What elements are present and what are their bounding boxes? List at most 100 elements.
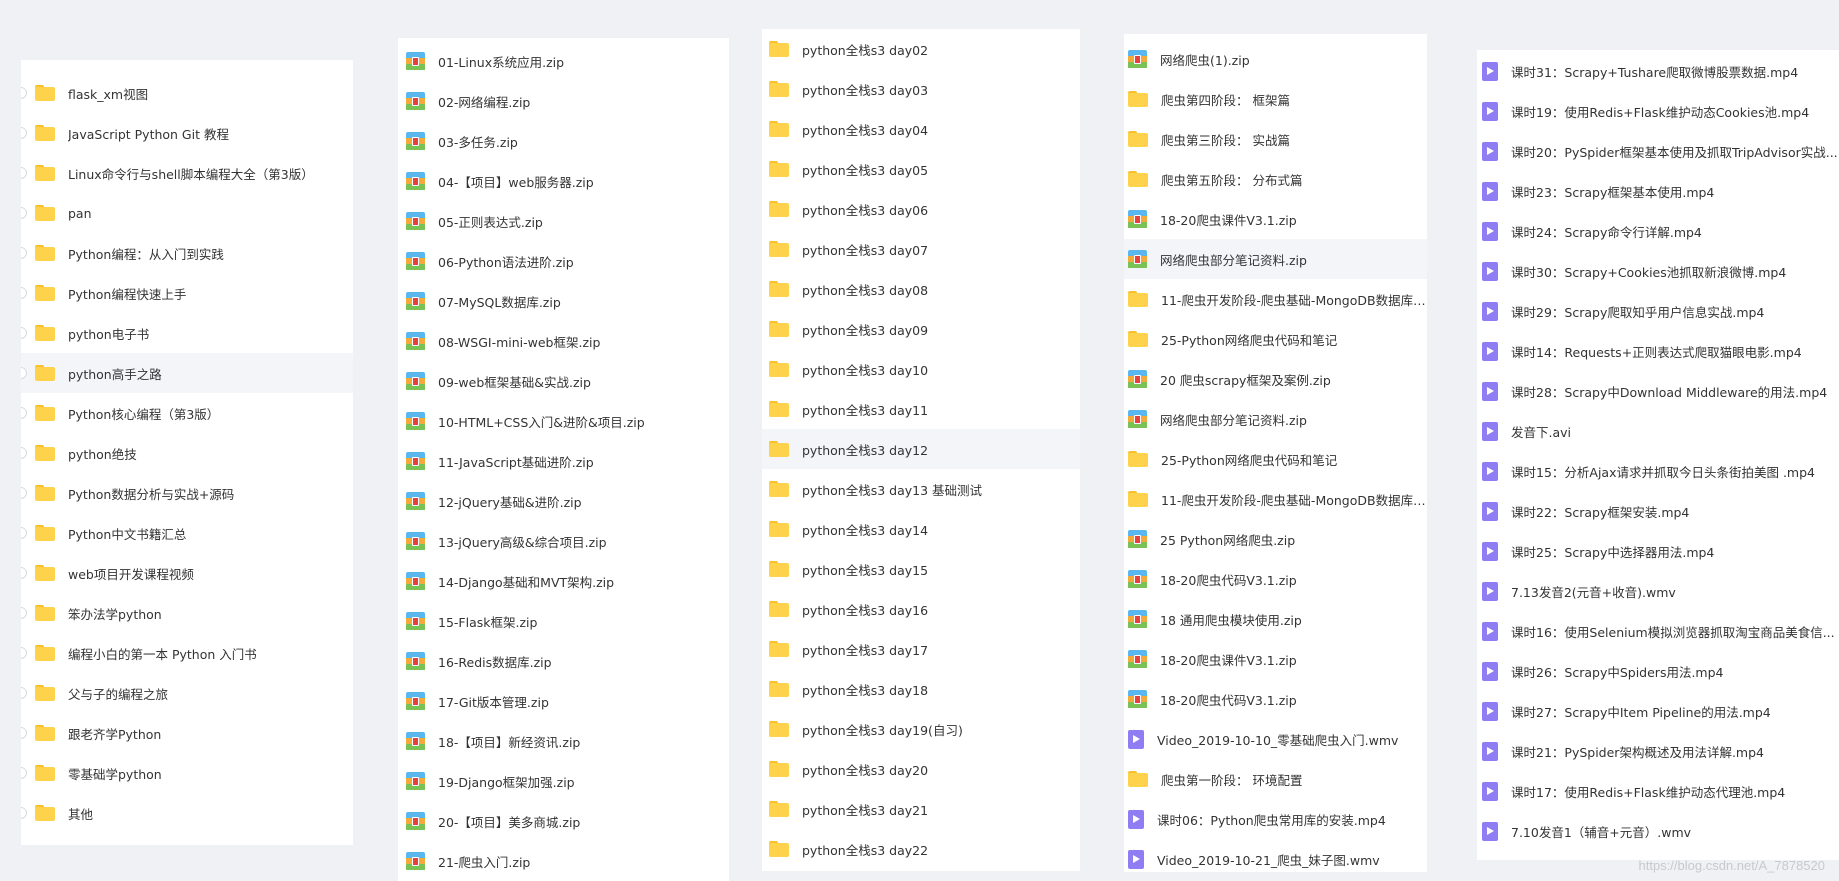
file-list-item[interactable]: 课时28：Scrapy中Download Middleware的用法.mp4 bbox=[1477, 371, 1839, 411]
file-list-item[interactable]: python全栈s3 day14 bbox=[762, 509, 1080, 549]
file-list-item[interactable]: 06-Python语法进阶.zip bbox=[398, 241, 729, 281]
file-list-item[interactable]: 7.13发音2(元音+收音).wmv bbox=[1477, 571, 1839, 611]
file-list-item[interactable]: 13-jQuery高级&综合项目.zip bbox=[398, 521, 729, 561]
file-list-item[interactable]: 课时25：Scrapy中选择器用法.mp4 bbox=[1477, 531, 1839, 571]
file-list-item[interactable]: 网络爬虫(1).zip bbox=[1124, 39, 1427, 79]
file-list-item[interactable]: 09-web框架基础&实战.zip bbox=[398, 361, 729, 401]
file-list-item[interactable]: python高手之路 bbox=[21, 353, 353, 393]
file-list-item[interactable]: 25-Python网络爬虫代码和笔记 bbox=[1124, 319, 1427, 359]
file-list-item[interactable]: 01-Linux系统应用.zip bbox=[398, 41, 729, 81]
file-list-item[interactable]: Python编程：从入门到实践 bbox=[21, 233, 353, 273]
select-checkbox[interactable] bbox=[21, 407, 27, 419]
file-list-item[interactable]: Python中文书籍汇总 bbox=[21, 513, 353, 553]
file-list-item[interactable]: 25 Python网络爬虫.zip bbox=[1124, 519, 1427, 559]
file-list-item[interactable]: 笨办法学python bbox=[21, 593, 353, 633]
file-list-item[interactable]: pan bbox=[21, 193, 353, 233]
file-list-item[interactable]: 课时31：Scrapy+Tushare爬取微博股票数据.mp4 bbox=[1477, 51, 1839, 91]
select-checkbox[interactable] bbox=[21, 127, 27, 139]
select-checkbox[interactable] bbox=[21, 807, 27, 819]
file-list-item[interactable]: python电子书 bbox=[21, 313, 353, 353]
select-checkbox[interactable] bbox=[21, 327, 27, 339]
file-list-item[interactable]: 20 爬虫scrapy框架及案例.zip bbox=[1124, 359, 1427, 399]
file-list-item[interactable]: 16-Redis数据库.zip bbox=[398, 641, 729, 681]
select-checkbox[interactable] bbox=[21, 567, 27, 579]
file-list-item[interactable]: 课时20：PySpider框架基本使用及抓取TripAdvisor实战... bbox=[1477, 131, 1839, 171]
file-list-item[interactable]: 14-Django基础和MVT架构.zip bbox=[398, 561, 729, 601]
file-list-item[interactable]: 21-爬虫入门.zip bbox=[398, 841, 729, 881]
file-list-item[interactable]: 其他 bbox=[21, 793, 353, 833]
file-list-item[interactable]: Linux命令行与shell脚本编程大全（第3版） bbox=[21, 153, 353, 193]
file-list-item[interactable]: 爬虫第一阶段： 环境配置 bbox=[1124, 759, 1427, 799]
select-checkbox[interactable] bbox=[21, 727, 27, 739]
file-list-item[interactable]: 25-Python网络爬虫代码和笔记 bbox=[1124, 439, 1427, 479]
file-list-item[interactable]: 课时21：PySpider架构概述及用法详解.mp4 bbox=[1477, 731, 1839, 771]
file-list-item[interactable]: Video_2019-10-21_爬虫_妹子图.wmv bbox=[1124, 839, 1427, 872]
file-list-item[interactable]: python绝技 bbox=[21, 433, 353, 473]
file-list-item[interactable]: 爬虫第三阶段： 实战篇 bbox=[1124, 119, 1427, 159]
file-list-item[interactable]: 父与子的编程之旅 bbox=[21, 673, 353, 713]
select-checkbox[interactable] bbox=[21, 527, 27, 539]
file-list-item[interactable]: 18 通用爬虫模块使用.zip bbox=[1124, 599, 1427, 639]
file-list-item[interactable]: 编程小白的第一本 Python 入门书 bbox=[21, 633, 353, 673]
file-list-item[interactable]: 03-多任务.zip bbox=[398, 121, 729, 161]
file-list-item[interactable]: python全栈s3 day13 基础测试 bbox=[762, 469, 1080, 509]
file-list-item[interactable]: 18-20爬虫代码V3.1.zip bbox=[1124, 559, 1427, 599]
file-list-item[interactable]: 课时26：Scrapy中Spiders用法.mp4 bbox=[1477, 651, 1839, 691]
file-list-item[interactable]: 课时29：Scrapy爬取知乎用户信息实战.mp4 bbox=[1477, 291, 1839, 331]
file-list-item[interactable]: python全栈s3 day16 bbox=[762, 589, 1080, 629]
file-list-item[interactable]: Video_2019-10-10_零基础爬虫入门.wmv bbox=[1124, 719, 1427, 759]
select-checkbox[interactable] bbox=[21, 87, 27, 99]
file-list-item[interactable]: Python核心编程（第3版） bbox=[21, 393, 353, 433]
file-list-item[interactable]: 课时16：使用Selenium模拟浏览器抓取淘宝商品美食信... bbox=[1477, 611, 1839, 651]
file-list-item[interactable]: 网络爬虫部分笔记资料.zip bbox=[1124, 399, 1427, 439]
file-list-item[interactable]: 17-Git版本管理.zip bbox=[398, 681, 729, 721]
file-list-item[interactable]: 课时30：Scrapy+Cookies池抓取新浪微博.mp4 bbox=[1477, 251, 1839, 291]
file-list-item[interactable]: python全栈s3 day04 bbox=[762, 109, 1080, 149]
file-list-item[interactable]: 18-20爬虫课件V3.1.zip bbox=[1124, 639, 1427, 679]
file-list-item[interactable]: 爬虫第四阶段： 框架篇 bbox=[1124, 79, 1427, 119]
file-list-item[interactable]: 课时24：Scrapy命令行详解.mp4 bbox=[1477, 211, 1839, 251]
file-list-item[interactable]: 12-jQuery基础&进阶.zip bbox=[398, 481, 729, 521]
file-list-item[interactable]: python全栈s3 day07 bbox=[762, 229, 1080, 269]
file-list-item[interactable]: 网络爬虫部分笔记资料.zip bbox=[1124, 239, 1427, 279]
file-list-item[interactable]: flask_xm视图 bbox=[21, 73, 353, 113]
file-list-item[interactable]: python全栈s3 day15 bbox=[762, 549, 1080, 589]
file-list-item[interactable]: python全栈s3 day20 bbox=[762, 749, 1080, 789]
file-list-item[interactable]: 18-【项目】新经资讯.zip bbox=[398, 721, 729, 761]
select-checkbox[interactable] bbox=[21, 607, 27, 619]
select-checkbox[interactable] bbox=[21, 767, 27, 779]
file-list-item[interactable]: python全栈s3 day03 bbox=[762, 69, 1080, 109]
file-list-item[interactable]: 11-爬虫开发阶段-爬虫基础-MongoDB数据库-爬虫 bbox=[1124, 479, 1427, 519]
file-list-item[interactable]: 05-正则表达式.zip bbox=[398, 201, 729, 241]
select-checkbox[interactable] bbox=[21, 647, 27, 659]
file-list-item[interactable]: 18-20爬虫代码V3.1.zip bbox=[1124, 679, 1427, 719]
file-list-item[interactable]: Python编程快速上手 bbox=[21, 273, 353, 313]
file-list-item[interactable]: python全栈s3 day19(自习) bbox=[762, 709, 1080, 749]
file-list-item[interactable]: 课时06：Python爬虫常用库的安装.mp4 bbox=[1124, 799, 1427, 839]
file-list-item[interactable]: python全栈s3 day18 bbox=[762, 669, 1080, 709]
file-list-item[interactable]: 课时23：Scrapy框架基本使用.mp4 bbox=[1477, 171, 1839, 211]
file-list-item[interactable]: 课时14：Requests+正则表达式爬取猫眼电影.mp4 bbox=[1477, 331, 1839, 371]
file-list-item[interactable]: 课时27：Scrapy中Item Pipeline的用法.mp4 bbox=[1477, 691, 1839, 731]
file-list-item[interactable]: 15-Flask框架.zip bbox=[398, 601, 729, 641]
file-list-item[interactable]: 02-网络编程.zip bbox=[398, 81, 729, 121]
file-list-item[interactable]: 零基础学python bbox=[21, 753, 353, 793]
file-list-item[interactable]: 课时17：使用Redis+Flask维护动态代理池.mp4 bbox=[1477, 771, 1839, 811]
file-list-item[interactable]: python全栈s3 day09 bbox=[762, 309, 1080, 349]
file-list-item[interactable]: 04-【项目】web服务器.zip bbox=[398, 161, 729, 201]
file-list-item[interactable]: python全栈s3 day06 bbox=[762, 189, 1080, 229]
file-list-item[interactable]: 爬虫第五阶段： 分布式篇 bbox=[1124, 159, 1427, 199]
file-list-item[interactable]: python全栈s3 day17 bbox=[762, 629, 1080, 669]
select-checkbox[interactable] bbox=[21, 487, 27, 499]
select-checkbox[interactable] bbox=[21, 287, 27, 299]
file-list-item[interactable]: 7.10发音1（辅音+元音）.wmv bbox=[1477, 811, 1839, 851]
file-list-item[interactable]: python全栈s3 day10 bbox=[762, 349, 1080, 389]
file-list-item[interactable]: python全栈s3 day08 bbox=[762, 269, 1080, 309]
file-list-item[interactable]: 课时19：使用Redis+Flask维护动态Cookies池.mp4 bbox=[1477, 91, 1839, 131]
file-list-item[interactable]: python全栈s3 day12 bbox=[762, 429, 1080, 469]
select-checkbox[interactable] bbox=[21, 447, 27, 459]
file-list-item[interactable]: python全栈s3 day11 bbox=[762, 389, 1080, 429]
file-list-item[interactable]: python全栈s3 day22 bbox=[762, 829, 1080, 869]
file-list-item[interactable]: 跟老齐学Python bbox=[21, 713, 353, 753]
file-list-item[interactable]: 11-爬虫开发阶段-爬虫基础-MongoDB数据库-爬虫 bbox=[1124, 279, 1427, 319]
